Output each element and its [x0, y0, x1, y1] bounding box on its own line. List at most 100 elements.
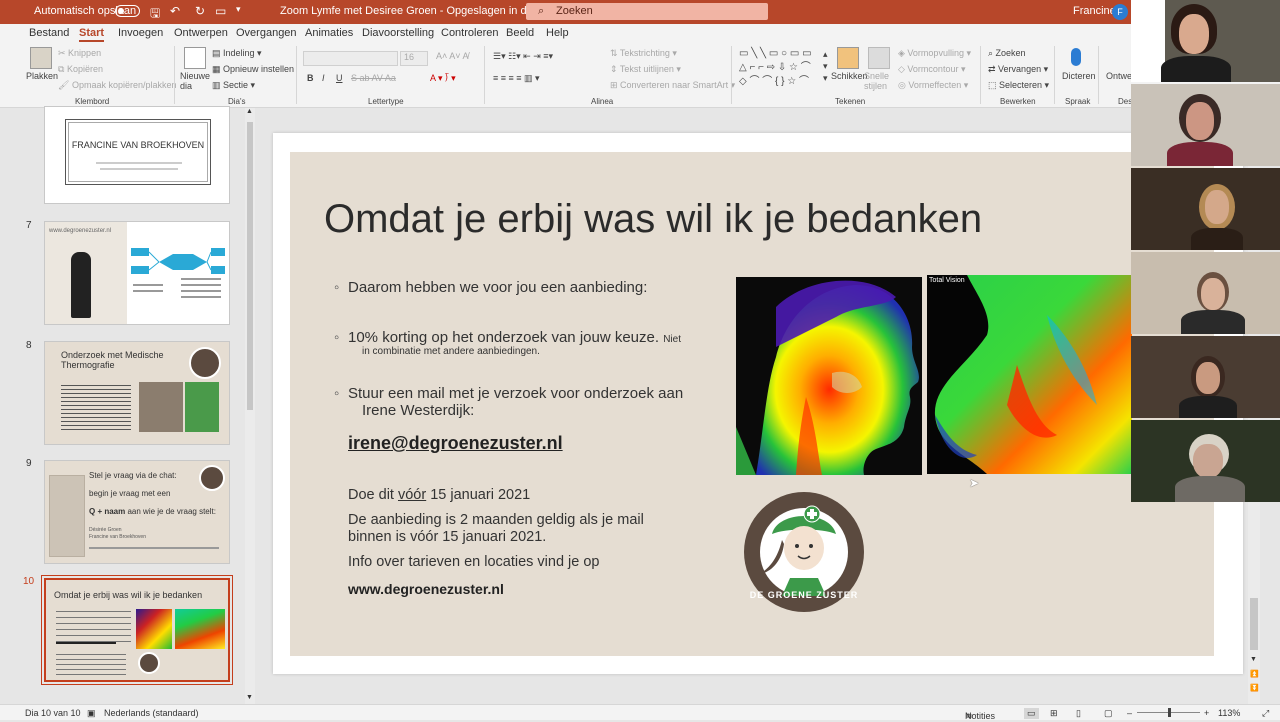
new-slide-icon[interactable]: [184, 47, 206, 69]
underline-button[interactable]: U: [336, 73, 343, 83]
font-grow-icon[interactable]: A˄ A˅ A̸: [436, 51, 469, 61]
deadline-text[interactable]: Doe dit vóór 15 januari 2021: [348, 487, 530, 503]
arrange-icon[interactable]: [837, 47, 859, 69]
zoom-level[interactable]: 113%: [1218, 708, 1240, 718]
tab-animaties[interactable]: Animaties: [305, 27, 353, 39]
thumbnail-slide-6[interactable]: FRANCINE VAN BROEKHOVEN: [44, 106, 230, 204]
tab-start[interactable]: Start: [79, 27, 105, 42]
slide-editor[interactable]: Omdat je erbij was wil ik je bedanken Da…: [258, 108, 1260, 704]
normal-view-icon[interactable]: ▭: [1024, 708, 1039, 719]
paste-button[interactable]: Plakken: [26, 71, 58, 81]
paste-icon[interactable]: [30, 47, 52, 69]
bullets-icon[interactable]: ☰▾ ☷▾ ⇤ ⇥ ≡▾: [493, 51, 553, 62]
arrange-button[interactable]: Schikken: [831, 71, 868, 81]
video-tile[interactable]: [1131, 84, 1280, 166]
reading-view-icon[interactable]: ▯: [1076, 708, 1081, 719]
email-link[interactable]: irene@degroenezuster.nl: [348, 433, 563, 454]
font-name-field[interactable]: [303, 51, 398, 66]
select-button[interactable]: ⬚ Selecteren ▾: [988, 80, 1049, 91]
slide-title[interactable]: Omdat je erbij was wil ik je bedanken: [324, 197, 982, 242]
video-tile[interactable]: [1131, 0, 1280, 82]
video-tile[interactable]: [1131, 252, 1280, 334]
scroll-up-icon[interactable]: ▲: [246, 108, 253, 115]
thermography-head-image[interactable]: [736, 277, 922, 475]
section-button[interactable]: ▥ Sectie ▾: [212, 80, 255, 91]
shape-fill-button[interactable]: ◈ Vormopvulling ▾: [898, 48, 971, 59]
tab-beeld[interactable]: Beeld: [506, 27, 534, 39]
avatar[interactable]: F: [1112, 4, 1128, 20]
language-indicator[interactable]: Nederlands (standaard): [104, 708, 199, 718]
save-icon[interactable]: 🖫: [150, 4, 160, 25]
designer-button[interactable]: Ontwe: [1106, 71, 1132, 81]
spellcheck-icon[interactable]: ▣: [87, 708, 96, 719]
microphone-icon[interactable]: [1071, 48, 1081, 66]
shapes-scroll-icon[interactable]: ▴ ▾ ▾: [823, 48, 828, 84]
tab-help[interactable]: Help: [546, 27, 569, 39]
new-slide-button[interactable]: Nieuwe dia: [180, 71, 210, 91]
thumbnail-slide-10[interactable]: Omdat je erbij was wil ik je bedanken: [41, 575, 233, 685]
tab-invoegen[interactable]: Invoegen: [118, 27, 163, 39]
tab-ontwerpen[interactable]: Ontwerpen: [174, 27, 228, 39]
align-text-button[interactable]: ⇕ Tekst uitlijnen ▾: [610, 64, 681, 75]
thermography-torso-image[interactable]: Total Vision: [927, 275, 1132, 474]
slide-sorter-icon[interactable]: ⊞: [1050, 708, 1058, 719]
validity-text-a[interactable]: De aanbieding is 2 maanden geldig als je…: [348, 512, 644, 528]
present-icon[interactable]: ▭: [215, 4, 226, 18]
scroll-down-icon[interactable]: ▼: [246, 694, 253, 701]
slide-canvas[interactable]: Omdat je erbij was wil ik je bedanken Da…: [273, 133, 1243, 674]
italic-button[interactable]: I: [322, 73, 325, 83]
user-name[interactable]: Francine: [1073, 5, 1116, 17]
shape-outline-button[interactable]: ◇ Vormcontour ▾: [898, 64, 965, 75]
font-size-field[interactable]: 16: [400, 51, 428, 66]
mail-bullet[interactable]: Stuur een mail met je verzoek voor onder…: [334, 385, 683, 402]
replace-button[interactable]: ⇄ Vervangen ▾: [988, 64, 1048, 75]
reset-button[interactable]: ▦ Opnieuw instellen: [212, 64, 294, 75]
align-icons[interactable]: ≡ ≡ ≡ ≡ ▥ ▾: [493, 73, 540, 84]
video-tile[interactable]: [1131, 168, 1280, 250]
dictate-button[interactable]: Dicteren: [1062, 71, 1096, 81]
tab-controleren[interactable]: Controleren: [441, 27, 498, 39]
quick-styles-icon[interactable]: [868, 47, 890, 69]
find-button[interactable]: ⌕ Zoeken: [988, 48, 1026, 59]
tab-bestand[interactable]: Bestand: [29, 27, 69, 39]
undo-icon[interactable]: ↶: [170, 4, 180, 18]
format-painter-button[interactable]: 🖌 Opmaak kopiëren/plakken: [58, 80, 177, 91]
video-tile[interactable]: [1131, 420, 1280, 502]
cut-button[interactable]: ✂ Knippen: [58, 48, 101, 59]
copy-button[interactable]: ⧉ Kopiëren: [58, 64, 103, 75]
slide[interactable]: Omdat je erbij was wil ik je bedanken Da…: [290, 152, 1214, 656]
autosave-toggle[interactable]: [115, 5, 140, 17]
website-link[interactable]: www.degroenezuster.nl: [348, 581, 504, 597]
slideshow-icon[interactable]: ▢: [1104, 708, 1113, 719]
thumbnail-slide-9[interactable]: Stel je vraag via de chat: begin je vraa…: [44, 460, 230, 564]
thumbnail-slide-7[interactable]: www.degroenezuster.nl: [44, 221, 230, 325]
search-box[interactable]: ⌕ Zoeken: [526, 3, 768, 20]
quick-styles-button[interactable]: Snelle stijlen: [864, 71, 894, 91]
strikethrough-button[interactable]: S ab AV Aa: [351, 73, 396, 83]
video-tile[interactable]: [1131, 336, 1280, 418]
font-color-button[interactable]: A ▾ ⟌ ▾: [430, 73, 456, 84]
validity-text-b[interactable]: binnen is vóór 15 januari 2021.: [348, 529, 546, 545]
bold-button[interactable]: B: [307, 73, 314, 83]
fit-to-window-icon[interactable]: ⤢: [1262, 708, 1269, 719]
text-direction-button[interactable]: ⇅ Tekstrichting ▾: [610, 48, 677, 59]
scrollbar-thumb[interactable]: [1250, 598, 1258, 650]
next-slide-icon[interactable]: ⏬: [1250, 684, 1259, 692]
discount-bullet[interactable]: 10% korting op het onderzoek van jouw ke…: [334, 329, 681, 346]
zoom-out-icon[interactable]: –: [1127, 708, 1132, 718]
layout-button[interactable]: ▤ Indeling ▾: [212, 48, 262, 59]
redo-icon[interactable]: ↻: [195, 4, 205, 18]
shapes-gallery[interactable]: ▭ ╲ ╲ ▭ ○ ▭ ▭ △ ⌐ ⌐ ⇨ ⇩ ☆ ⌒ ◇ ⌒ ⌒ { } ☆ …: [739, 47, 812, 89]
thumbnail-slide-8[interactable]: Onderzoek met Medische Thermografie: [44, 341, 230, 445]
shape-effects-button[interactable]: ◎ Vormeffecten ▾: [898, 80, 968, 91]
tab-diavoorstelling[interactable]: Diavoorstelling: [362, 27, 434, 39]
tab-overgangen[interactable]: Overgangen: [236, 27, 297, 39]
scroll-down-icon[interactable]: ▼: [1250, 656, 1257, 663]
thumbnail-scrollbar[interactable]: ▲ ▼: [245, 108, 255, 704]
smartart-button[interactable]: ⊞ Converteren naar SmartArt ▾: [610, 80, 735, 91]
scrollbar-thumb[interactable]: [247, 122, 253, 410]
previous-slide-icon[interactable]: ⏫: [1250, 670, 1259, 678]
slide-thumbnail-panel[interactable]: FRANCINE VAN BROEKHOVEN 7 www.degroenezu…: [20, 106, 256, 704]
customize-qat-icon[interactable]: ▾: [236, 4, 241, 15]
info-text[interactable]: Info over tarieven en locaties vind je o…: [348, 554, 599, 570]
